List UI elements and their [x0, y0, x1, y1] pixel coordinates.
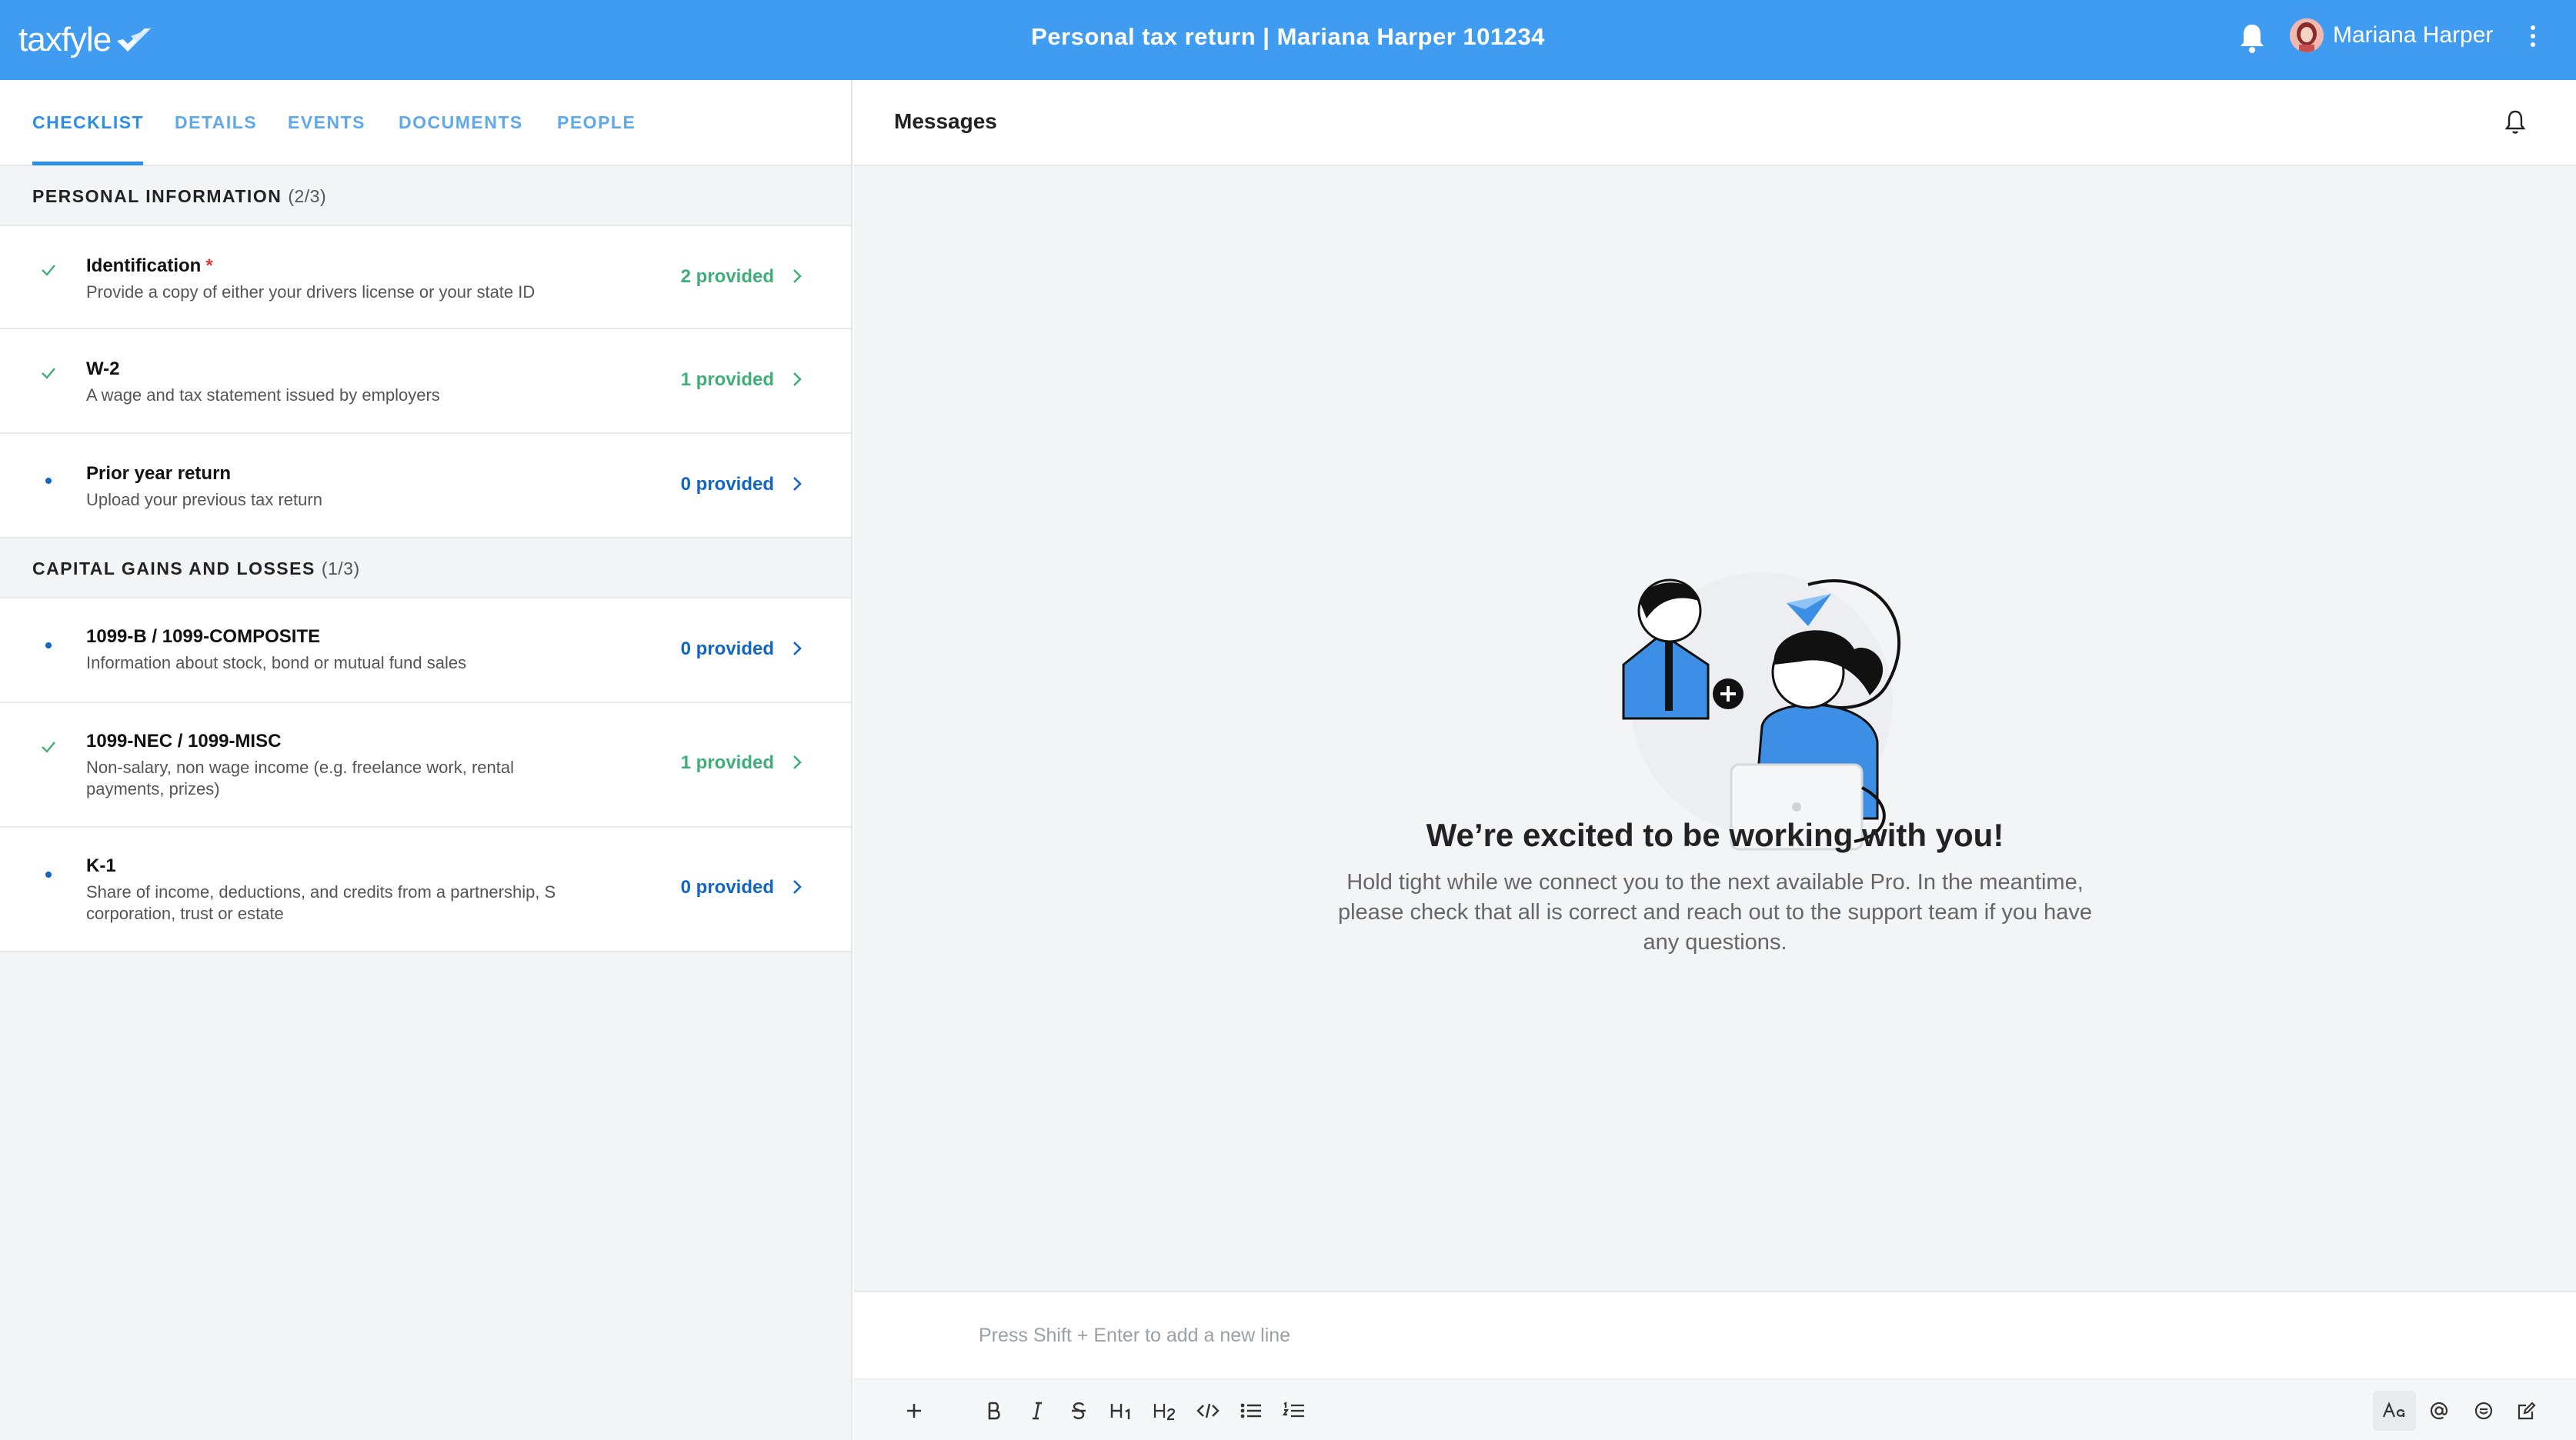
strikethrough-icon[interactable] — [1065, 1398, 1093, 1423]
provided-count: 1 provided — [680, 752, 774, 773]
user-photo-icon — [2290, 18, 2324, 52]
page-title: Personal tax return | Mariana Harper 101… — [1031, 23, 1545, 50]
welcome-text: Hold tight while we connect you to the n… — [1337, 870, 2093, 955]
plus-icon[interactable] — [899, 1398, 929, 1423]
message-composer: Press Shift + Enter to add a new line — [854, 1291, 2576, 1440]
chevron-right-icon[interactable] — [791, 475, 803, 492]
chevron-right-icon[interactable] — [791, 371, 803, 388]
section-title-text: CAPITAL GAINS AND LOSSES — [32, 558, 315, 578]
code-icon[interactable] — [1193, 1398, 1223, 1423]
mention-icon[interactable] — [2424, 1398, 2454, 1423]
item-description: Upload your previous tax return — [86, 490, 322, 509]
item-description: Non-salary, non wage income (e.g. freela… — [86, 758, 514, 798]
message-input[interactable]: Press Shift + Enter to add a new line — [979, 1325, 1290, 1347]
tab-checklist[interactable]: CHECKLIST — [32, 112, 144, 133]
checklist-item-identification[interactable]: Identification * Provide a copy of either… — [0, 226, 851, 329]
section-title: PERSONAL INFORMATION (2/3) — [32, 186, 326, 207]
heading2-icon[interactable] — [1150, 1398, 1180, 1423]
user-name[interactable]: Mariana Harper — [2333, 18, 2493, 52]
item-description: Information about stock, bond or mutual … — [86, 653, 467, 672]
edit-icon[interactable] — [2511, 1398, 2542, 1423]
item-description: A wage and tax statement issued by emplo… — [86, 385, 440, 405]
section-capital-gains: CAPITAL GAINS AND LOSSES (1/3) — [0, 538, 851, 598]
numbered-list-icon[interactable] — [1279, 1398, 1310, 1423]
checklist-panel: CHECKLIST DETAILS EVENTS DOCUMENTS PEOPL… — [0, 80, 853, 1440]
tab-people[interactable]: PEOPLE — [557, 112, 636, 133]
welcome-illustration-icon — [1622, 572, 1901, 851]
item-title: Identification * — [86, 255, 213, 277]
dot-icon — [45, 872, 52, 878]
heading1-icon[interactable] — [1106, 1398, 1137, 1423]
messages-title: Messages — [894, 109, 997, 133]
formatting-toolbar — [854, 1378, 2576, 1440]
messages-panel: Messages We’re excited to be working wit… — [854, 80, 2576, 1440]
welcome-title: We’re excited to be working with you! — [1426, 817, 2004, 853]
item-description: Share of income, deductions, and credits… — [86, 882, 556, 923]
chevron-right-icon[interactable] — [791, 878, 803, 895]
check-icon — [42, 368, 55, 379]
avatar[interactable] — [2290, 18, 2324, 52]
chevron-right-icon[interactable] — [791, 268, 803, 285]
item-title: Prior year return — [86, 463, 232, 484]
active-tab-indicator — [32, 162, 143, 165]
item-title-text: Identification — [86, 255, 202, 276]
tab-bar: CHECKLIST DETAILS EVENTS DOCUMENTS PEOPL… — [0, 80, 851, 166]
item-title: 1099-B / 1099-COMPOSITE — [86, 626, 321, 647]
provided-count: 0 provided — [680, 474, 774, 495]
section-count: (2/3) — [288, 186, 327, 206]
dot-icon — [45, 478, 52, 484]
checklist-item-1099b[interactable]: 1099-B / 1099-COMPOSITE Information abou… — [0, 598, 851, 703]
italic-icon[interactable] — [1023, 1398, 1051, 1423]
bell-icon[interactable] — [2236, 20, 2268, 55]
section-count: (1/3) — [321, 558, 360, 578]
bullet-list-icon[interactable] — [1236, 1398, 1266, 1423]
item-title: 1099-NEC / 1099-MISC — [86, 731, 282, 752]
section-title-text: PERSONAL INFORMATION — [32, 186, 282, 206]
emoji-icon[interactable] — [2468, 1398, 2499, 1423]
section-title: CAPITAL GAINS AND LOSSES (1/3) — [32, 558, 360, 579]
check-icon — [42, 265, 55, 276]
item-description: Provide a copy of either your drivers li… — [86, 282, 536, 302]
item-title: K-1 — [86, 855, 116, 876]
provided-count: 0 provided — [680, 638, 774, 659]
bold-icon[interactable] — [980, 1398, 1008, 1423]
messages-header: Messages — [854, 80, 2576, 166]
checklist-item-k1[interactable]: K-1 Share of income, deductions, and cre… — [0, 828, 851, 952]
kebab-menu-icon[interactable] — [2525, 20, 2541, 52]
item-title: W-2 — [86, 358, 120, 379]
checklist-item-w2[interactable]: W-2 A wage and tax statement issued by e… — [0, 329, 851, 434]
required-marker: * — [205, 255, 213, 276]
checklist-item-prior-year-return[interactable]: Prior year return Upload your previous t… — [0, 434, 851, 538]
chevron-right-icon[interactable] — [791, 754, 803, 771]
top-bar: taxfyle Personal tax return | Mariana Ha… — [0, 0, 2576, 80]
provided-count: 0 provided — [680, 877, 774, 898]
tab-details[interactable]: DETAILS — [175, 112, 257, 133]
tab-events[interactable]: EVENTS — [288, 112, 365, 133]
checklist-item-1099nec[interactable]: 1099-NEC / 1099-MISC Non-salary, non wag… — [0, 703, 851, 828]
provided-count: 1 provided — [680, 369, 774, 390]
chevron-right-icon[interactable] — [791, 640, 803, 657]
check-icon — [42, 742, 55, 753]
dot-icon — [45, 642, 52, 648]
tab-documents[interactable]: DOCUMENTS — [399, 112, 523, 133]
bell-icon[interactable] — [2504, 109, 2527, 135]
provided-count: 2 provided — [680, 266, 774, 287]
section-personal-information: PERSONAL INFORMATION (2/3) — [0, 166, 851, 226]
text-format-icon[interactable] — [2373, 1391, 2416, 1431]
